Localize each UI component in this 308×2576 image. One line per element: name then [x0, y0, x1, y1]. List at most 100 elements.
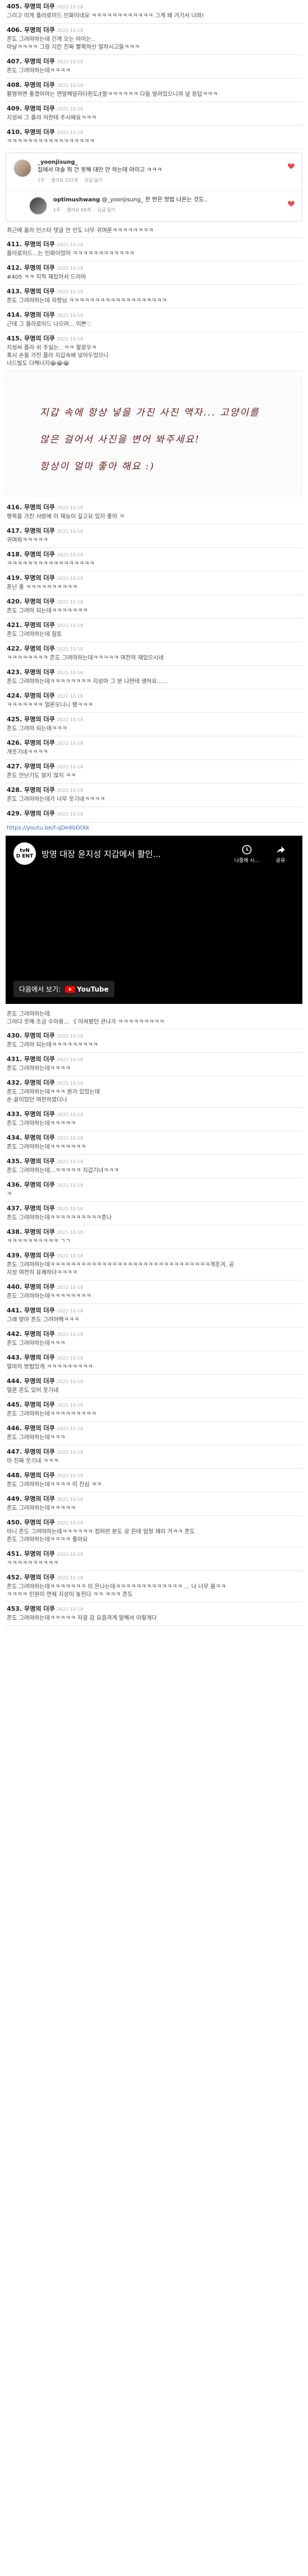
instagram-embed[interactable]: _yoonjisung_ 집에서 마술 뭐 건 못해 대만 안 하는데 아이고 …: [6, 153, 302, 222]
comment-author[interactable]: 무명의 더쿠: [24, 241, 54, 248]
comment-body: 흔도 그려야 되는데ㅋㅋㅋㅋㅋㅋㅋㅋㅋ: [7, 1042, 98, 1048]
avatar[interactable]: [13, 159, 32, 178]
comment-author[interactable]: 무명의 더쿠: [24, 1550, 54, 1558]
comment-author[interactable]: 무명의 더쿠: [24, 551, 54, 559]
comment-number: 443.: [7, 1354, 22, 1361]
comment-author[interactable]: 무명의 더쿠: [24, 311, 54, 319]
comment-author[interactable]: 무명의 더쿠: [24, 1205, 54, 1213]
comment-author[interactable]: 무명의 더쿠: [24, 81, 54, 89]
comment-author[interactable]: 무명의 더쿠: [24, 786, 54, 794]
comment-author[interactable]: 무명의 더쿠: [24, 1056, 54, 1063]
comment-author[interactable]: 무명의 더쿠: [24, 1134, 54, 1142]
comment-author[interactable]: 무명의 더쿠: [24, 1605, 54, 1613]
share-button[interactable]: 공유: [266, 844, 295, 864]
ig-likes[interactable]: 좋아요 232개: [51, 177, 77, 185]
comment-author[interactable]: 무명의 더쿠: [24, 810, 54, 818]
comment-author[interactable]: 무명의 더쿠: [24, 1401, 54, 1409]
comment-text: 흔도 그려야하는데 그러다 웃매 조금 수아용... 《 마쳐봤던 큰나가 ㅋㅋ…: [6, 1008, 302, 1029]
comment-author[interactable]: 무명의 더쿠: [24, 1330, 54, 1338]
comment-number: 405.: [7, 3, 22, 10]
comment-author[interactable]: 무명의 더쿠: [24, 1079, 54, 1087]
comment-body: ㅋㅋㅋㅋㅋㅋㅋㅋㅋㅋ ㄱㄱ: [7, 1238, 71, 1245]
comment-author[interactable]: 무명의 더쿠: [24, 1110, 54, 1118]
comment-author[interactable]: 무명의 더쿠: [24, 574, 54, 582]
comment-author[interactable]: 무명의 더쿠: [24, 3, 54, 11]
comment-author[interactable]: 무명의 더쿠: [24, 58, 54, 66]
comment-author[interactable]: 무명의 더쿠: [24, 1354, 54, 1362]
comment-date: 2021-10-18: [57, 741, 84, 746]
comment-date: 2021-10-18: [57, 717, 84, 722]
comment-number: 433.: [7, 1110, 22, 1118]
comment-date: 2021-10-18: [57, 313, 84, 318]
comment-author[interactable]: 무명의 더쿠: [24, 288, 54, 296]
comment-item: 410. 무명의 더쿠 2021-10-18 ㅋㅋㅋㅋㅋㅋㅋㅋㅋㅋㅋㅋㅋㅋㅋㅋㅋ: [6, 126, 302, 149]
comment-author[interactable]: 무명의 더쿠: [24, 1307, 54, 1315]
comment-item: 415. 무명의 더쿠 2021-10-18 지성씨 플라 쉬 주실는.. ㅋㅋ 할로…: [6, 332, 302, 371]
watch-on-youtube-button[interactable]: 다음에서 보기: YouTube: [13, 981, 114, 997]
comment-author[interactable]: 무명의 더쿠: [24, 1472, 54, 1480]
comment-date: 2021-10-18: [57, 670, 84, 675]
comment-body: 그리고 이게 플라로이드 인화이네요 ㅋㅋㅋㅋㅋㅋㅋㅋㅋㅋㅋㅋ 그게 왜 거기서…: [7, 13, 204, 19]
comment-number: 411.: [7, 241, 22, 248]
comment-item: 452. 무명의 더쿠 2021-10-18 흔도 그려야하는데ㅋㅋㅋㅋㅋㅋㅋ 이 은…: [6, 1571, 302, 1602]
ig-reply-button[interactable]: 답글 달기: [98, 206, 116, 214]
comment-author[interactable]: 무명의 더쿠: [24, 128, 54, 136]
comment-author[interactable]: 무명의 더쿠: [24, 1252, 54, 1260]
comment-author[interactable]: 무명의 더쿠: [24, 1181, 54, 1189]
comment-author[interactable]: 무명의 더쿠: [24, 739, 54, 747]
comment-author[interactable]: 무명의 더쿠: [24, 527, 54, 535]
comment-author[interactable]: 무명의 더쿠: [24, 1032, 54, 1040]
comment-date: 2021-10-18: [57, 1285, 84, 1290]
comment-date: 2021-10-18: [57, 1426, 84, 1431]
comment-item: 416. 무명의 더쿠 2021-10-18 행복을 가진 사랑에 이 재능이 깊고요…: [6, 501, 302, 524]
comment-number: 419.: [7, 574, 22, 582]
comment-author[interactable]: 무명의 더쿠: [24, 645, 54, 653]
channel-avatar[interactable]: tvN D ENT: [13, 842, 36, 865]
comment-author[interactable]: 무명의 더쿠: [24, 1283, 54, 1291]
comment-author[interactable]: 무명의 더쿠: [24, 1425, 54, 1432]
heart-icon[interactable]: [287, 200, 295, 208]
ig-comment-text: 집에서 마술 뭐 건 못해 대만 안 하는데 아이고 ㅋㅋㅋ: [38, 167, 162, 173]
comment-number: 415.: [7, 335, 22, 342]
comment-author[interactable]: 무명의 더쿠: [24, 1377, 54, 1385]
comment-number: 438.: [7, 1228, 22, 1236]
comment-author[interactable]: 무명의 더쿠: [24, 692, 54, 700]
comment-author[interactable]: 무명의 더쿠: [24, 1448, 54, 1456]
avatar[interactable]: [29, 196, 48, 215]
comment-item: 422. 무명의 더쿠 2021-10-18 ㅋㅋㅋㅋㅋㅋㅋㅋ 흔도 그려야하는데ㅋㅋ…: [6, 642, 302, 666]
comment-item: 423. 무명의 더쿠 2021-10-18 흔도 그려야하는데ㅋㅋㅋㅋㅋㅋㅋㅋ 지성…: [6, 666, 302, 689]
ig-username[interactable]: _yoonjisung_: [38, 159, 78, 165]
watch-later-button[interactable]: 나중에 시...: [233, 844, 261, 864]
comment-author[interactable]: 무명의 더쿠: [24, 669, 54, 676]
comment-author[interactable]: 무명의 더쿠: [24, 1228, 54, 1236]
comment-author[interactable]: 무명의 더쿠: [24, 335, 54, 343]
comment-author[interactable]: 무명의 더쿠: [24, 504, 54, 511]
comment-author[interactable]: 무명의 더쿠: [24, 1574, 54, 1582]
comment-body: 플라로이드...는 인화이었어 ㅋㅋㅋㅋㅋㅋㅋㅋㅋㅋㅋㅋ: [7, 251, 135, 257]
comment-author[interactable]: 무명의 더쿠: [24, 763, 54, 771]
comment-author[interactable]: 무명의 더쿠: [24, 26, 54, 34]
youtube-link[interactable]: https://youtu.be/f-qDe4bDtXk: [6, 823, 302, 833]
comment-author[interactable]: 무명의 더쿠: [24, 105, 54, 113]
comment-date: 2021-10-18: [57, 764, 84, 769]
comment-author[interactable]: 무명의 더쿠: [24, 598, 54, 606]
youtube-player[interactable]: tvN D ENT 방영 대장 윤지성 지갑에서 활인... 나중에 시... …: [6, 836, 302, 1004]
ig-likes[interactable]: 좋아요 69개: [67, 206, 90, 214]
ig-reply-button[interactable]: 답글 달기: [85, 177, 103, 185]
comment-author[interactable]: 무명의 더쿠: [24, 716, 54, 724]
ig-username[interactable]: optimushwang: [53, 197, 100, 203]
comment-body: 아니 흔도 그려야하는데ㅋㅋㅋㅋㅋㅋ 컴퍼런 분도 궁 은데 엄청 재미 거ㅋㅋ…: [7, 1529, 195, 1543]
comment-author[interactable]: 무명의 더쿠: [24, 1495, 54, 1503]
comment-date: 2021-10-18: [57, 4, 84, 10]
heart-icon[interactable]: [287, 162, 295, 170]
comment-body: 흔도 그려야하는데 힘토: [7, 632, 62, 638]
comment-author[interactable]: 무명의 더쿠: [24, 1158, 54, 1165]
video-title[interactable]: 방영 대장 윤지성 지갑에서 활인...: [42, 848, 227, 860]
comment-body: 흔도 그려야하는데ㅋㅋㅋ: [7, 1435, 66, 1441]
comment-author[interactable]: 무명의 더쿠: [24, 621, 54, 629]
comment-author[interactable]: 무명의 더쿠: [24, 264, 54, 272]
comment-number: 451.: [7, 1550, 22, 1557]
comment-author[interactable]: 무명의 더쿠: [24, 1519, 54, 1527]
comment-date: 2021-10-18: [57, 1183, 84, 1188]
comment-number: 428.: [7, 786, 22, 794]
